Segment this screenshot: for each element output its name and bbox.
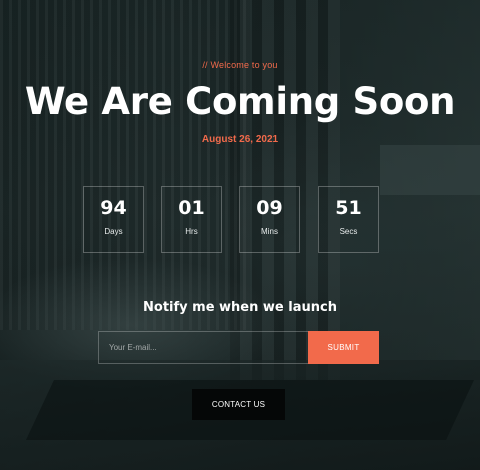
countdown-hours: 01 Hrs — [161, 186, 222, 253]
countdown-hours-value: 01 — [178, 197, 205, 219]
countdown-days-label: Days — [104, 227, 123, 236]
launch-date: August 26, 2021 — [201, 134, 279, 145]
contact-us-button[interactable]: CONTACT US — [192, 389, 285, 420]
email-input[interactable] — [98, 331, 308, 364]
countdown-minutes-value: 09 — [256, 197, 283, 219]
countdown-minutes: 09 Mins — [239, 186, 300, 253]
countdown-seconds-value: 51 — [335, 197, 362, 219]
countdown-days: 94 Days — [83, 186, 144, 253]
countdown-timer: 94 Days 01 Hrs 09 Mins 51 Secs — [0, 186, 480, 254]
welcome-tagline: // Welcome to you — [202, 60, 278, 70]
coming-soon-content: // Welcome to you We Are Coming Soon Aug… — [0, 0, 480, 470]
submit-button[interactable]: SUBMIT — [308, 331, 379, 364]
subscribe-form: SUBMIT — [98, 331, 379, 364]
page-title: We Are Coming Soon — [24, 80, 456, 123]
countdown-days-value: 94 — [100, 197, 127, 219]
countdown-hours-label: Hrs — [185, 227, 198, 236]
countdown-seconds-label: Secs — [339, 227, 358, 236]
countdown-minutes-label: Mins — [261, 227, 278, 236]
countdown-seconds: 51 Secs — [318, 186, 379, 253]
notify-heading: Notify me when we launch — [143, 300, 337, 315]
